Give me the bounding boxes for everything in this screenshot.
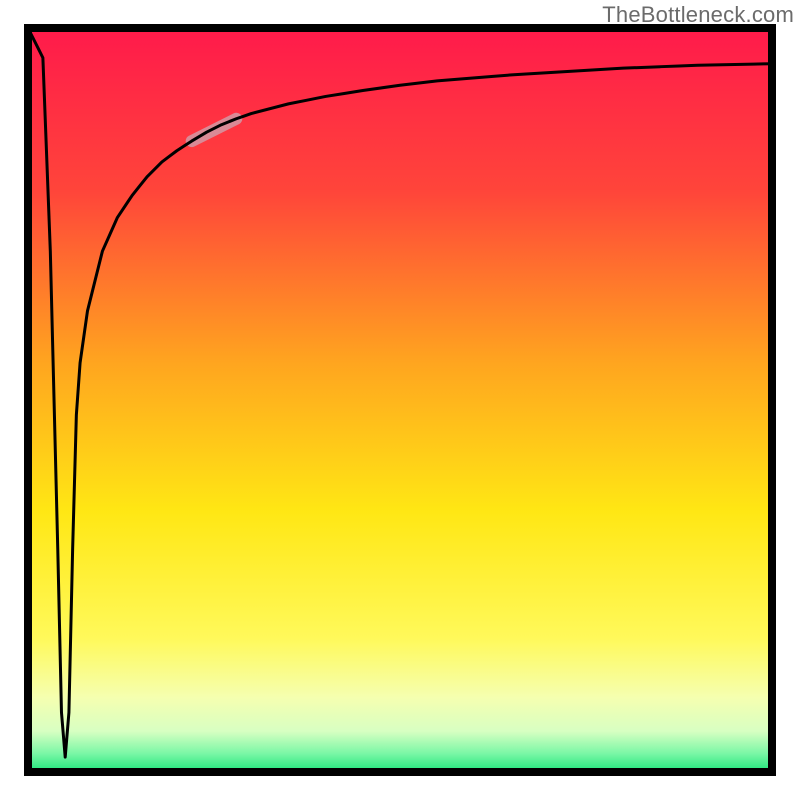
chart-svg [0,0,800,800]
chart-container: TheBottleneck.com [0,0,800,800]
plot-background [28,28,772,772]
watermark-text: TheBottleneck.com [602,2,794,28]
